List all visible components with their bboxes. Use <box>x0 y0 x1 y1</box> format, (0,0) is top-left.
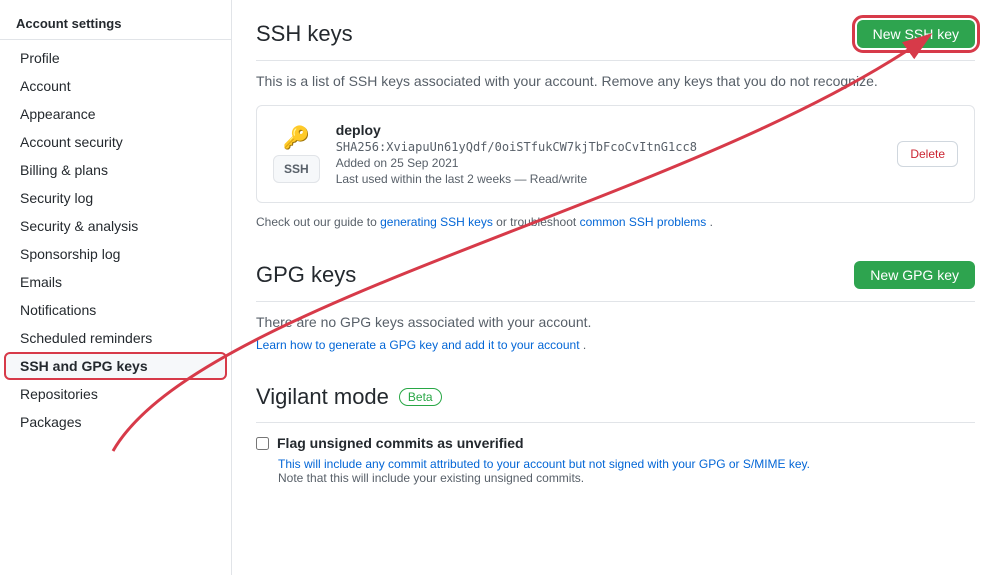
gpg-learn-text: Learn how to generate a GPG key and add … <box>256 338 975 352</box>
key-name: deploy <box>336 122 882 138</box>
key-hash: SHA256:XviapuUn61yQdf/0oiSTfukCW7kjTbFco… <box>336 140 882 154</box>
gpg-learn-link[interactable]: Learn how to generate a GPG key and add … <box>256 338 580 352</box>
delete-key-button[interactable]: Delete <box>897 141 958 167</box>
vigilant-title: Vigilant mode <box>256 384 389 410</box>
ssh-badge: SSH <box>273 155 320 183</box>
key-icon: 🔑 <box>283 125 310 151</box>
sidebar: Account settings Profile Account Appeara… <box>0 0 232 575</box>
sidebar-item-scheduled-reminders[interactable]: Scheduled reminders <box>4 324 227 352</box>
unsigned-commits-label: Flag unsigned commits as unverified <box>277 435 524 451</box>
gpg-section-title: GPG keys <box>256 262 356 288</box>
sidebar-header: Account settings <box>0 8 231 40</box>
key-last-used: Last used within the last 2 weeks — Read… <box>336 172 882 186</box>
unsigned-commits-row: Flag unsigned commits as unverified <box>256 435 975 451</box>
checkbox-note: Note that this will include your existin… <box>278 471 975 485</box>
sidebar-item-packages[interactable]: Packages <box>4 408 227 436</box>
ssh-info-text: This is a list of SSH keys associated wi… <box>256 73 975 89</box>
gpg-empty-text: There are no GPG keys associated with yo… <box>256 314 975 330</box>
sidebar-item-appearance[interactable]: Appearance <box>4 100 227 128</box>
new-ssh-key-button[interactable]: New SSH key <box>857 20 975 48</box>
ssh-section-title: SSH keys <box>256 21 353 47</box>
key-info: deploy SHA256:XviapuUn61yQdf/0oiSTfukCW7… <box>336 122 882 186</box>
unsigned-commits-checkbox[interactable] <box>256 437 269 450</box>
gpg-section: GPG keys New GPG key There are no GPG ke… <box>256 261 975 352</box>
beta-badge: Beta <box>399 388 442 406</box>
sidebar-item-security-analysis[interactable]: Security & analysis <box>4 212 227 240</box>
sidebar-item-account-security[interactable]: Account security <box>4 128 227 156</box>
sidebar-item-emails[interactable]: Emails <box>4 268 227 296</box>
sidebar-item-profile[interactable]: Profile <box>4 44 227 72</box>
key-added: Added on 25 Sep 2021 <box>336 156 882 170</box>
generating-ssh-keys-link[interactable]: generating SSH keys <box>380 215 493 229</box>
sidebar-item-notifications[interactable]: Notifications <box>4 296 227 324</box>
checkbox-description: This will include any commit attributed … <box>278 457 975 471</box>
sidebar-item-sponsorship-log[interactable]: Sponsorship log <box>4 240 227 268</box>
common-ssh-problems-link[interactable]: common SSH problems <box>580 215 707 229</box>
sidebar-item-repositories[interactable]: Repositories <box>4 380 227 408</box>
sidebar-item-account[interactable]: Account <box>4 72 227 100</box>
main-content: SSH keys New SSH key This is a list of S… <box>232 0 999 575</box>
ssh-section-header: SSH keys New SSH key <box>256 20 975 61</box>
vigilant-header: Vigilant mode Beta <box>256 384 975 423</box>
sidebar-item-billing[interactable]: Billing & plans <box>4 156 227 184</box>
sidebar-item-ssh-gpg[interactable]: SSH and GPG keys <box>4 352 227 380</box>
ssh-guide-text: Check out our guide to generating SSH ke… <box>256 215 975 229</box>
ssh-section: SSH keys New SSH key This is a list of S… <box>256 20 975 229</box>
gpg-section-header: GPG keys New GPG key <box>256 261 975 302</box>
vigilant-section: Vigilant mode Beta Flag unsigned commits… <box>256 384 975 485</box>
sidebar-item-security-log[interactable]: Security log <box>4 184 227 212</box>
ssh-key-card: 🔑 SSH deploy SHA256:XviapuUn61yQdf/0oiST… <box>256 105 975 203</box>
new-gpg-key-button[interactable]: New GPG key <box>854 261 975 289</box>
